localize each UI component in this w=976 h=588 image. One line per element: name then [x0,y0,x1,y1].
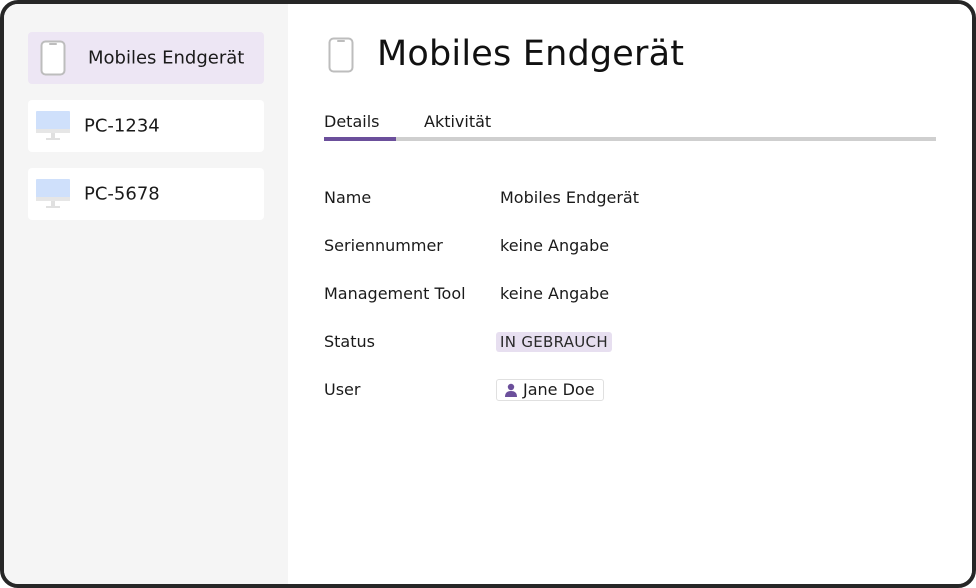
user-chip[interactable]: Jane Doe [496,379,604,401]
tab-details[interactable]: Details [324,112,379,131]
smartphone-icon [40,40,66,76]
sidebar-item-label: PC-1234 [84,115,160,137]
monitor-icon [36,179,70,208]
name-value: Mobiles Endgerät [500,188,639,207]
smartphone-icon [328,37,354,73]
page-title: Mobiles Endgerät [377,34,685,74]
device-sidebar: Mobiles Endgerät PC-1234 PC-5678 [4,4,288,584]
app-window: Mobiles Endgerät PC-1234 PC-5678 Mobiles… [0,0,976,588]
name-label: Name [324,188,372,207]
tab-track [324,137,936,141]
status-label: Status [324,332,375,351]
management-tool-label: Management Tool [324,284,466,303]
sidebar-item-label: Mobiles Endgerät [88,47,245,69]
user-name: Jane Doe [523,380,595,399]
sidebar-item-pc-1234[interactable]: PC-1234 [28,100,264,152]
user-label: User [324,380,361,399]
status-badge: IN GEBRAUCH [496,332,612,352]
device-detail-panel: Mobiles Endgerät Details Aktivität Name … [288,4,972,584]
active-tab-indicator [324,137,396,141]
tab-bar: Details Aktivität [324,108,936,142]
monitor-icon [36,111,70,140]
sidebar-item-mobiles-endgeraet[interactable]: Mobiles Endgerät [28,32,264,84]
management-tool-value: keine Angabe [500,284,610,303]
tab-aktivitaet[interactable]: Aktivität [424,112,491,131]
sidebar-item-label: PC-5678 [84,183,160,205]
person-icon [505,383,517,397]
sidebar-item-pc-5678[interactable]: PC-5678 [28,168,264,220]
serial-number-label: Seriennummer [324,236,443,255]
serial-number-value: keine Angabe [500,236,610,255]
